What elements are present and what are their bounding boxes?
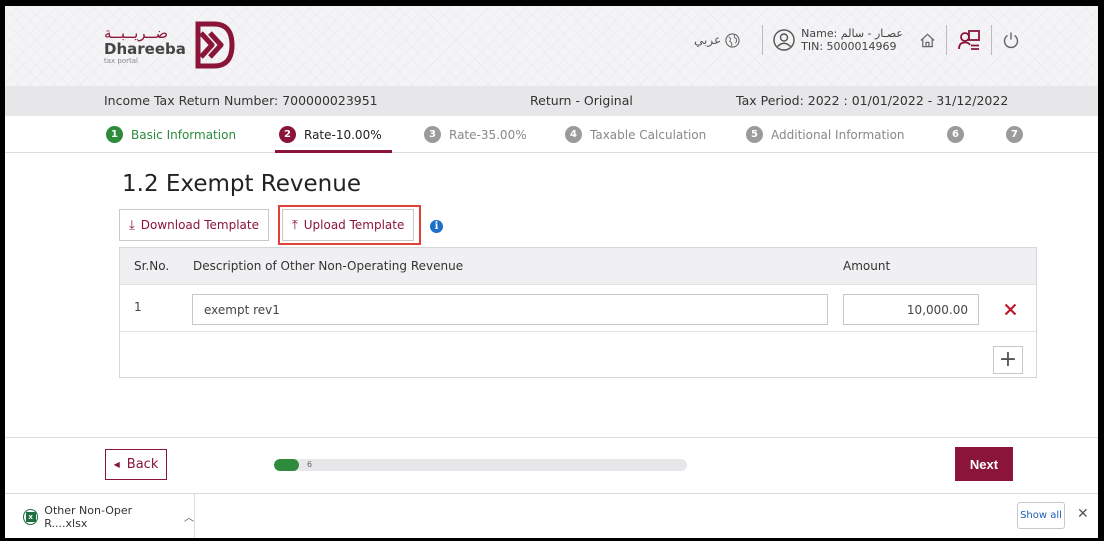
upload-highlight-box [278, 205, 421, 245]
step-number: 4 [565, 126, 582, 143]
user-name: Name: عصـار - سالم [801, 27, 903, 40]
logo-subtitle: tax portal [104, 56, 138, 65]
close-icon [1004, 303, 1016, 315]
section-title: 1.2 Exempt Revenue [122, 171, 361, 197]
logo-arabic: ضــريــبــة [104, 23, 169, 42]
dhareeba-logo[interactable]: ضــريــبــة Dhareeba tax portal [104, 20, 236, 70]
back-button[interactable]: ◀ Back [105, 449, 167, 480]
amount-input[interactable] [843, 294, 979, 325]
user-details: Name: عصـار - سالم TIN: 5000014969 [801, 27, 903, 53]
step-basic-information[interactable]: 1 Basic Information [106, 126, 236, 143]
user-info[interactable]: Name: عصـار - سالم TIN: 5000014969 [773, 27, 903, 53]
step-number: 1 [106, 126, 123, 143]
return-info-bar: Income Tax Return Number: 700000023951 R… [5, 86, 1098, 116]
divider [991, 25, 992, 55]
download-template-label: Download Template [140, 218, 259, 232]
divider [762, 25, 764, 55]
table-row: 1 [120, 284, 1036, 332]
step-additional-information[interactable]: 5 Additional Information [746, 126, 905, 143]
header-sr-no: Sr.No. [134, 259, 170, 273]
description-input[interactable] [192, 294, 828, 325]
progress-label: 6 [307, 460, 313, 469]
next-button[interactable]: Next [955, 447, 1013, 481]
tax-period: Tax Period: 2022 : 01/01/2022 - 31/12/20… [736, 93, 1009, 108]
remove-row-button[interactable] [997, 296, 1023, 322]
info-icon[interactable]: i [430, 220, 443, 233]
step-label: Taxable Calculation [590, 127, 707, 142]
top-header: ضــريــبــة Dhareeba tax portal عربي Nam… [5, 6, 1098, 86]
logo-text: ضــريــبــة Dhareeba tax portal [104, 23, 186, 65]
back-label: Back [126, 457, 159, 472]
return-type: Return - Original [530, 93, 633, 108]
power-icon [1003, 32, 1019, 49]
step-number: 2 [279, 126, 296, 143]
header-description: Description of Other Non-Operating Reven… [193, 259, 464, 273]
user-management-icon [958, 30, 980, 50]
download-bar: x Other Non-Oper R....xlsx ︿ Show all ✕ [5, 493, 1098, 538]
step-label: Basic Information [131, 127, 237, 142]
home-button[interactable] [919, 32, 936, 49]
progress-bar [274, 459, 687, 471]
step-rate-35[interactable]: 3 Rate-35.00% [424, 126, 527, 143]
logo-mark-icon [195, 21, 235, 69]
globe-icon [725, 32, 740, 48]
table-header: Sr.No. Description of Other Non-Operatin… [120, 248, 1036, 284]
active-step-indicator [275, 150, 392, 153]
user-icon [773, 29, 795, 51]
step-7[interactable]: 7 [1006, 126, 1031, 143]
step-number: 7 [1006, 126, 1023, 143]
step-number: 6 [947, 126, 964, 143]
divider [946, 25, 947, 55]
footer-divider [5, 437, 1098, 438]
header-amount: Amount [843, 259, 891, 273]
row-number: 1 [134, 300, 142, 314]
step-rate-10[interactable]: 2 Rate-10.00% [279, 126, 382, 143]
show-all-button[interactable]: Show all [1017, 502, 1065, 529]
chevron-up-icon[interactable]: ︿ [184, 509, 194, 524]
app-window: ضــريــبــة Dhareeba tax portal عربي Nam… [5, 6, 1098, 538]
close-download-bar-icon[interactable]: ✕ [1077, 506, 1089, 522]
header-actions: عربي Name: عصـار - سالم TIN: 5000014969 [694, 24, 1020, 56]
return-number: Income Tax Return Number: 700000023951 [104, 93, 378, 108]
language-label: عربي [694, 33, 722, 47]
exempt-revenue-table: Sr.No. Description of Other Non-Operatin… [119, 247, 1037, 378]
caret-left-icon: ◀ [113, 460, 120, 469]
step-number: 5 [746, 126, 763, 143]
add-row-button[interactable]: + [993, 346, 1023, 374]
home-icon [920, 33, 935, 47]
plus-icon: + [998, 347, 1018, 372]
user-management-button[interactable] [957, 28, 981, 52]
download-item[interactable]: x Other Non-Oper R....xlsx ︿ [5, 494, 195, 538]
step-label: Additional Information [771, 127, 905, 142]
step-number: 3 [424, 126, 441, 143]
excel-file-icon: x [23, 508, 39, 525]
language-switch[interactable]: عربي [694, 32, 740, 48]
step-6[interactable]: 6 [947, 126, 972, 143]
logout-button[interactable] [1002, 31, 1020, 49]
user-tin: TIN: 5000014969 [801, 40, 897, 53]
stepper: 1 Basic Information 2 Rate-10.00% 3 Rate… [5, 116, 1098, 153]
step-label: Rate-10.00% [304, 127, 382, 142]
logo-name: Dhareeba [104, 39, 186, 58]
progress-fill [274, 459, 299, 471]
step-label: Rate-35.00% [449, 127, 527, 142]
step-taxable-calculation[interactable]: 4 Taxable Calculation [565, 126, 706, 143]
download-template-button[interactable]: ⤓ Download Template [119, 209, 269, 241]
download-file-name: Other Non-Oper R....xlsx [44, 503, 133, 530]
download-icon: ⤓ [129, 217, 135, 233]
